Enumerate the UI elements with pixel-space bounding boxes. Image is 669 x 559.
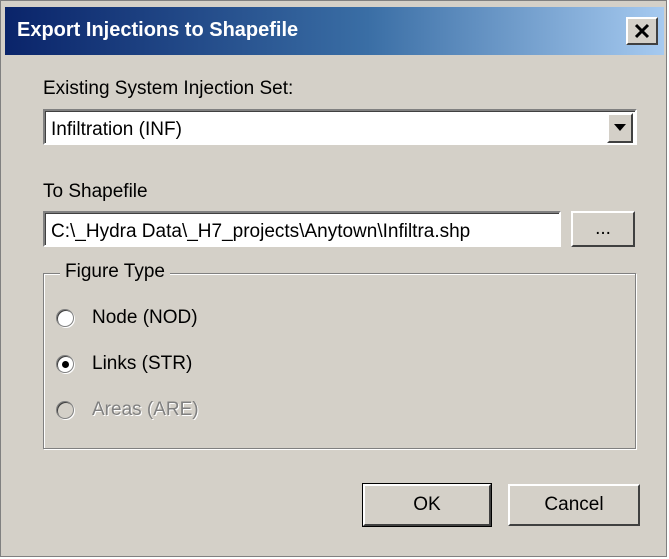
- radio-selected-dot: [62, 361, 69, 368]
- radio-links-circle[interactable]: [56, 355, 74, 373]
- cancel-label: Cancel: [544, 494, 604, 515]
- close-icon: [634, 23, 650, 39]
- browse-button[interactable]: ...: [571, 211, 635, 247]
- chevron-down-icon: [614, 124, 626, 131]
- shapefile-path-input[interactable]: C:\_Hydra Data\_H7_projects\Anytown\Infi…: [43, 211, 561, 247]
- injection-set-label: Existing System Injection Set:: [43, 78, 294, 99]
- radio-areas: Areas (ARE): [56, 398, 199, 422]
- title-bar[interactable]: Export Injections to Shapefile: [5, 7, 664, 55]
- radio-node-circle[interactable]: [56, 309, 74, 327]
- radio-links[interactable]: Links (STR): [56, 352, 192, 376]
- browse-label: ...: [595, 218, 611, 239]
- injection-set-value: Infiltration (INF): [51, 119, 182, 140]
- radio-node[interactable]: Node (NOD): [56, 306, 198, 330]
- radio-areas-label: Areas (ARE): [92, 399, 199, 420]
- radio-areas-circle: [56, 401, 74, 419]
- export-dialog: Export Injections to Shapefile Existing …: [0, 0, 667, 557]
- figure-type-group: Figure Type Node (NOD) Links (STR) Areas…: [43, 261, 636, 449]
- close-button[interactable]: [626, 17, 658, 45]
- figure-type-title: Figure Type: [60, 261, 170, 283]
- ok-button[interactable]: OK: [362, 483, 492, 527]
- shapefile-label: To Shapefile: [43, 181, 148, 202]
- dropdown-button[interactable]: [607, 113, 633, 143]
- radio-links-label: Links (STR): [92, 353, 193, 374]
- cancel-button[interactable]: Cancel: [508, 484, 640, 526]
- ok-label: OK: [413, 494, 441, 515]
- radio-node-label: Node (NOD): [92, 307, 198, 328]
- shapefile-path-value: C:\_Hydra Data\_H7_projects\Anytown\Infi…: [51, 221, 471, 242]
- dialog-title: Export Injections to Shapefile: [17, 19, 299, 41]
- injection-set-select[interactable]: Infiltration (INF): [43, 109, 637, 145]
